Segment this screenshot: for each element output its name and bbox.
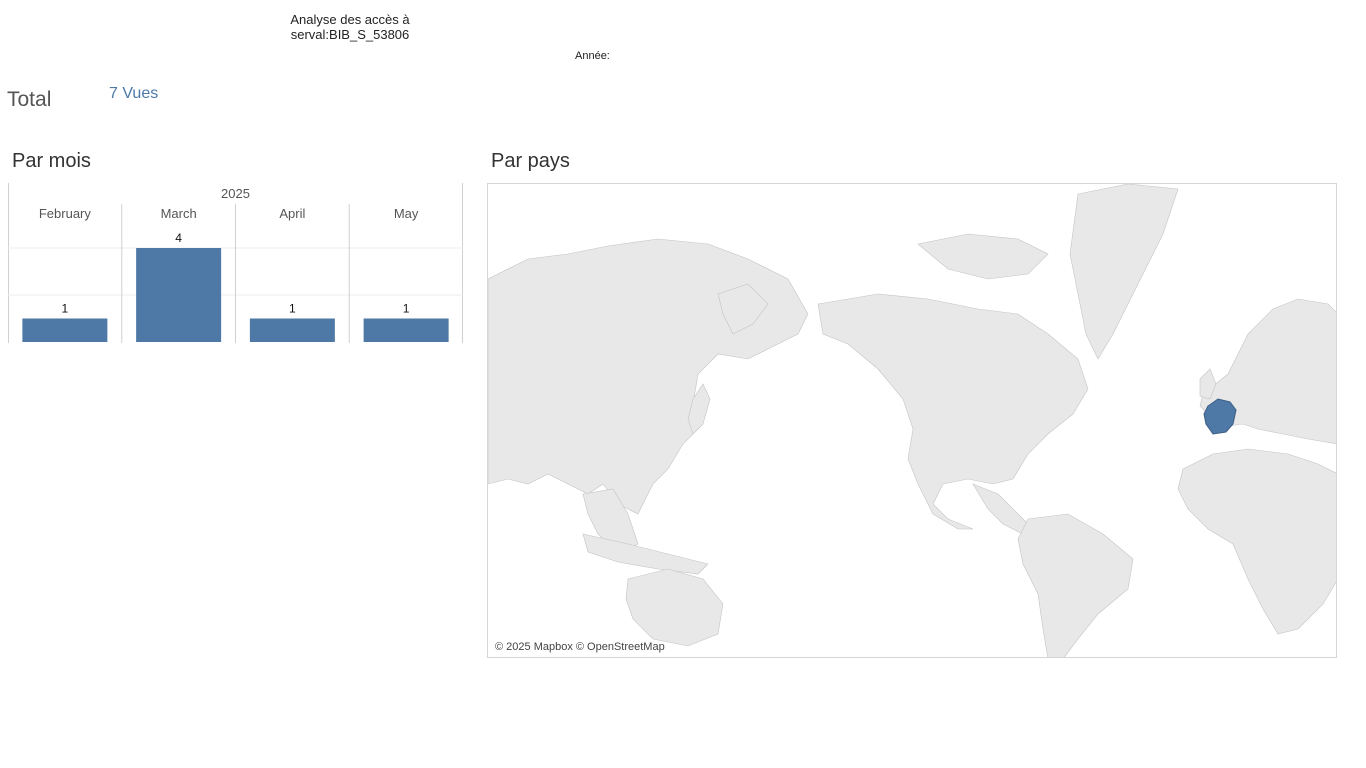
south-america-landmass bbox=[1017, 513, 1134, 657]
arctic-islands bbox=[917, 233, 1049, 280]
country-map[interactable]: © 2025 Mapbox © OpenStreetMap bbox=[487, 183, 1337, 658]
north-america-landmass bbox=[817, 293, 1089, 530]
total-views-value[interactable]: 7 Vues bbox=[109, 85, 158, 103]
year-filter-label[interactable]: Année: bbox=[575, 50, 610, 62]
dashboard-title: Analyse des accès à serval:BIB_S_53806 bbox=[250, 12, 450, 42]
section-title-by-month: Par mois bbox=[12, 150, 91, 172]
world-map-svg bbox=[488, 184, 1336, 657]
bar-february[interactable] bbox=[22, 318, 108, 343]
bar-value-april: 1 bbox=[289, 302, 296, 316]
africa-landmass bbox=[1177, 448, 1336, 635]
section-title-by-country: Par pays bbox=[491, 150, 570, 172]
bar-value-march: 4 bbox=[175, 231, 182, 245]
greenland-landmass bbox=[1069, 184, 1179, 360]
bar-value-february: 1 bbox=[62, 302, 69, 316]
title-line-1: Analyse des accès à bbox=[290, 12, 410, 27]
month-label-march: March bbox=[161, 206, 197, 221]
bar-chart-svg: 2025 February 1 March 4 April 1 May 1 bbox=[8, 183, 463, 343]
indonesia-landmass bbox=[582, 533, 709, 575]
month-label-february: February bbox=[39, 206, 92, 221]
month-label-may: May bbox=[394, 206, 419, 221]
bar-may[interactable] bbox=[363, 318, 449, 343]
chart-year-label: 2025 bbox=[221, 186, 250, 201]
monthly-bar-chart[interactable]: 2025 February 1 March 4 April 1 May 1 bbox=[8, 183, 463, 343]
title-line-2: serval:BIB_S_53806 bbox=[290, 27, 410, 42]
month-label-april: April bbox=[279, 206, 305, 221]
bar-march[interactable] bbox=[136, 248, 222, 342]
map-attribution[interactable]: © 2025 Mapbox © OpenStreetMap bbox=[495, 641, 665, 653]
bar-april[interactable] bbox=[249, 318, 335, 343]
total-label: Total bbox=[7, 88, 52, 111]
australia-landmass bbox=[625, 568, 724, 647]
bar-value-may: 1 bbox=[403, 302, 410, 316]
asia-landmass bbox=[488, 238, 809, 515]
